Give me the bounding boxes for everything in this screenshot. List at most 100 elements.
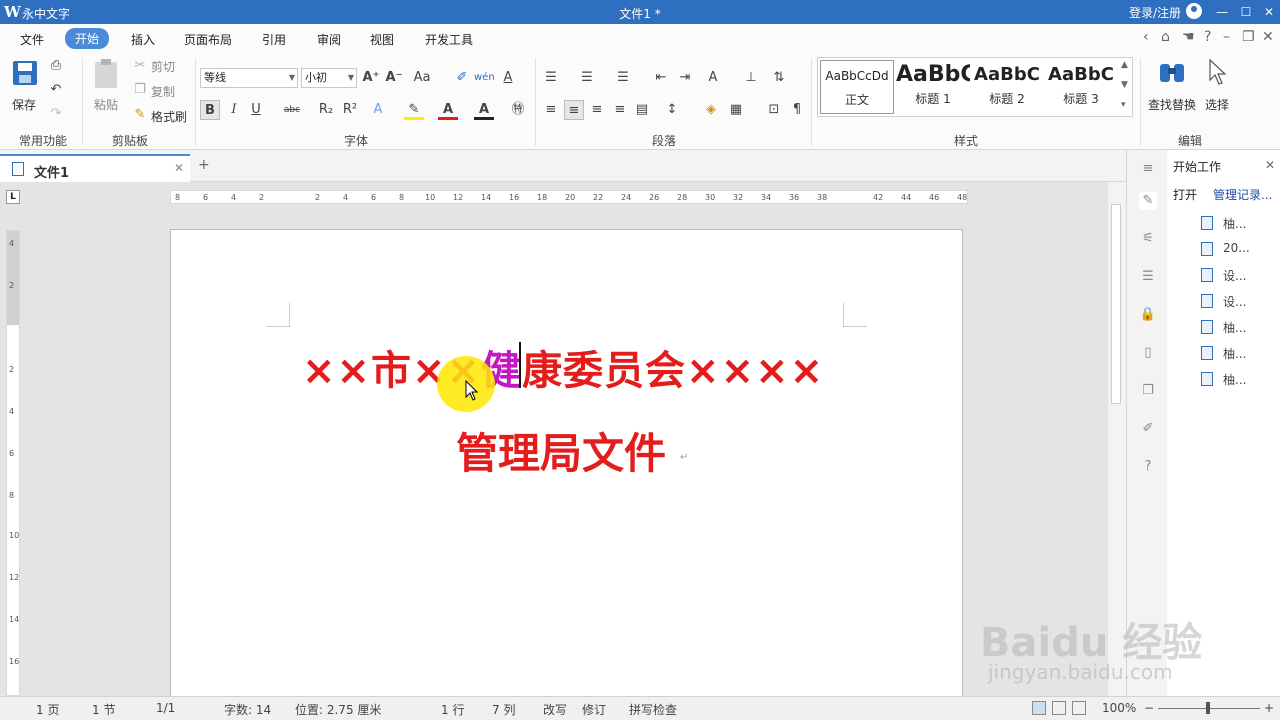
select-cursor-icon[interactable] [1206,58,1228,86]
multilevel-list-icon[interactable]: ☰ [613,68,633,88]
zoom-level[interactable]: 100% [1102,701,1136,715]
line-spacing-icon[interactable]: ↕ [662,100,682,120]
full-screen-view-icon[interactable] [1052,701,1066,715]
ribbon-minimize-icon[interactable]: – [1223,29,1230,45]
cut-label[interactable]: 剪切 [151,58,175,75]
char-shading-icon[interactable]: A [474,100,494,120]
styles-scroll-up-icon[interactable]: ▲ [1121,60,1128,70]
lock-icon[interactable]: 🔒 [1139,306,1157,324]
clipboard-icon[interactable]: ▯ [1139,344,1157,362]
text-effect-icon[interactable]: A [368,100,388,120]
style-heading-2[interactable]: AaBbC 标题 2 [970,60,1044,114]
close-tab-icon[interactable]: ✕ [174,161,184,175]
menu-lines-icon[interactable]: ≡ [1139,160,1157,178]
add-tab-button[interactable]: + [198,157,210,173]
text-direction-icon[interactable]: A [703,68,723,88]
status-word-count[interactable]: 字数: 14 [224,701,271,718]
style-heading-1[interactable]: AaBbC 标题 1 [896,60,970,114]
menu-developer[interactable]: 开发工具 [425,31,473,48]
format-painter-label[interactable]: 格式刷 [151,108,187,125]
vertical-ruler[interactable]: 4 2 2 4 6 8 10 12 14 16 [6,230,20,696]
format-painter-icon[interactable]: ✎ [130,105,150,125]
heading-line-1[interactable]: ××市××健康委员会×××× [302,338,824,396]
clear-format-icon[interactable]: ✐ [452,68,472,88]
menu-view[interactable]: 视图 [370,31,394,48]
status-overwrite[interactable]: 改写 [543,701,567,718]
cut-icon[interactable]: ✂ [130,56,150,76]
bullets-icon[interactable]: ☰ [541,68,561,88]
status-spell-check[interactable]: 拼写检查 [629,701,677,718]
numbering-icon[interactable]: ☰ [577,68,597,88]
bold-icon[interactable]: B [200,100,220,120]
copy-icon[interactable]: ❐ [130,80,150,100]
menu-home[interactable]: 开始 [65,28,110,49]
print-icon[interactable]: ⎙ [46,56,66,76]
restore-icon[interactable]: ❐ [1242,29,1255,45]
horizontal-ruler[interactable]: 8 6 4 2 2 4 6 8 10 12 14 16 18 20 22 24 … [170,190,968,204]
style-normal[interactable]: AaBbCcDd 正文 [820,60,894,114]
enclose-char-icon[interactable]: ㊕ [508,100,528,120]
menu-page-layout[interactable]: 页面布局 [184,31,232,48]
char-border-icon[interactable]: A [498,68,518,88]
tab-stop-selector[interactable]: L [6,190,20,204]
save-icon[interactable] [11,59,39,87]
login-link[interactable]: 登录/注册 [1129,4,1181,21]
zoom-out-icon[interactable]: − [1144,701,1154,715]
layers-icon[interactable]: ☰ [1139,268,1157,286]
close-window-button[interactable]: ✕ [1260,3,1278,21]
shrink-font-icon[interactable]: A⁻ [384,68,404,88]
styles-more-icon[interactable]: ▾ [1121,100,1126,110]
align-right-icon[interactable]: ≡ [587,100,607,120]
print-layout-view-icon[interactable] [1032,701,1046,715]
font-size-select[interactable]: 小初 ▼ [301,68,357,88]
strikethrough-icon[interactable]: abc [282,100,302,120]
tab-document-1[interactable]: 文件1 ✕ [0,154,190,182]
binoculars-icon[interactable] [1157,56,1187,88]
hand-icon[interactable]: ☚ [1182,29,1195,45]
zoom-slider-knob[interactable] [1206,702,1210,714]
menu-insert[interactable]: 插入 [131,31,155,48]
web-layout-view-icon[interactable] [1072,701,1086,715]
superscript-icon[interactable]: R² [340,100,360,120]
redo-icon[interactable]: ↷ [46,104,66,124]
zoom-in-icon[interactable]: + [1264,701,1274,715]
scrollbar-thumb[interactable] [1111,204,1121,404]
font-color-icon[interactable]: A [438,100,458,120]
menu-review[interactable]: 审阅 [317,31,341,48]
heading-line-2[interactable]: 管理局文件 [456,420,666,481]
paste-icon[interactable] [92,58,122,90]
grow-font-icon[interactable]: A⁺ [361,68,381,88]
open-link[interactable]: 打开 [1173,186,1197,203]
phonetic-icon[interactable]: wén [474,68,495,88]
select-label[interactable]: 选择 [1205,96,1229,113]
settings-sliders-icon[interactable]: ⚟ [1139,230,1157,248]
styles-scroll-down-icon[interactable]: ▼ [1121,80,1128,90]
back-icon[interactable]: ‹ [1143,29,1149,45]
align-left-icon[interactable]: ≡ [541,100,561,120]
paste-label[interactable]: 粘贴 [94,96,118,113]
help-circle-icon[interactable]: ? [1139,458,1157,476]
show-marks-icon[interactable]: ¶ [787,100,807,120]
shading-icon[interactable]: ◈ [701,100,721,120]
status-revise[interactable]: 修订 [582,701,606,718]
help-icon[interactable]: ? [1204,29,1211,45]
task-pane-close-icon[interactable]: ✕ [1265,158,1275,172]
manage-records-link[interactable]: 管理记录... [1213,186,1272,203]
copy-label[interactable]: 复制 [151,83,175,100]
increase-indent-icon[interactable]: ⇥ [675,68,695,88]
distributed-align-icon[interactable]: ▤ [632,100,652,120]
collapse-ribbon-icon[interactable]: ⌂ [1161,29,1170,45]
borders-icon[interactable]: ▦ [726,100,746,120]
distribute-icon[interactable]: ⊥ [741,68,761,88]
edit-note-icon[interactable]: ✐ [1139,420,1157,438]
change-case-icon[interactable]: Aa [412,68,432,88]
pages-icon[interactable]: ❐ [1139,382,1157,400]
align-center-icon[interactable]: ≡ [564,100,584,120]
sort-icon[interactable]: ⇅ [769,68,789,88]
style-heading-3[interactable]: AaBbC 标题 3 [1044,60,1118,114]
maximize-button[interactable]: ☐ [1237,3,1255,21]
save-label[interactable]: 保存 [12,96,36,113]
italic-icon[interactable]: I [224,100,244,120]
find-replace-label[interactable]: 查找替换 [1148,96,1196,113]
menu-references[interactable]: 引用 [262,31,286,48]
